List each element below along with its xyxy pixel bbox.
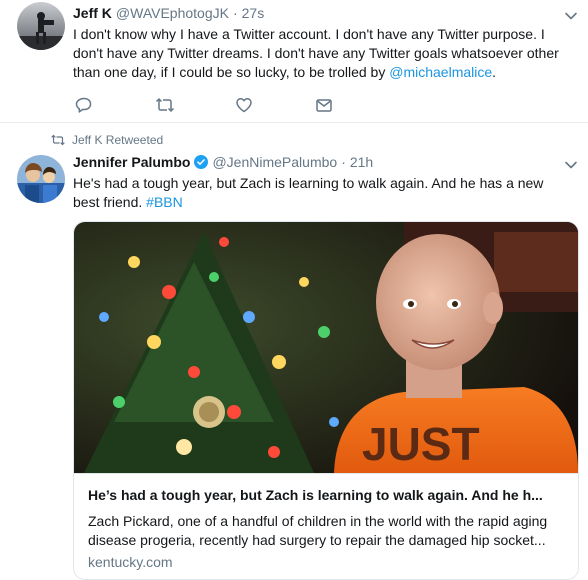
mention-link[interactable]: @michaelmalice: [389, 64, 492, 80]
avatar-photo: [17, 155, 65, 203]
like-icon: [236, 97, 252, 113]
avatar[interactable]: [17, 155, 65, 203]
user-handle[interactable]: @WAVEphotogJK: [116, 5, 229, 21]
reply-button[interactable]: [75, 96, 155, 114]
retweeted-by-label[interactable]: Jeff K Retweeted: [72, 133, 163, 147]
card-body[interactable]: He’s had a tough year, but Zach is learn…: [74, 473, 578, 579]
reply-icon: [75, 97, 92, 113]
tweet-text-end: .: [492, 64, 497, 80]
retweet-context: Jeff K Retweeted: [50, 133, 163, 147]
retweet-icon: [155, 97, 175, 113]
tweet-actions: [75, 96, 395, 114]
card-description: Zach Pickard, one of a handful of childr…: [88, 513, 548, 548]
avatar[interactable]: [17, 2, 65, 50]
timestamp[interactable]: 27s: [242, 5, 265, 21]
tweet-text: He's had a tough year, but Zach is learn…: [73, 174, 573, 212]
tweet-text: I don't know why I have a Twitter accoun…: [73, 25, 573, 82]
card-title[interactable]: He’s had a tough year, but Zach is learn…: [88, 487, 566, 503]
card-domain[interactable]: kentucky.com: [88, 554, 173, 570]
tweet-header: Jennifer Palumbo @JenNimePalumbo · 21h: [73, 154, 377, 170]
direct-message-button[interactable]: [315, 96, 395, 114]
avatar-photo: [17, 2, 65, 50]
display-name[interactable]: Jeff K: [73, 5, 112, 21]
separator-dot: ·: [232, 5, 238, 21]
shirt-text: JUST: [362, 418, 480, 470]
hashtag-link[interactable]: #BBN: [146, 194, 183, 210]
tweet-jeff-k[interactable]: Jeff K @WAVEphotogJK · 27s I don't know …: [0, 0, 588, 122]
user-handle[interactable]: @JenNimePalumbo: [212, 154, 337, 170]
timestamp[interactable]: 21h: [350, 154, 373, 170]
message-icon: [316, 99, 332, 112]
tweet-header: Jeff K @WAVEphotogJK · 27s: [73, 5, 268, 21]
verified-badge-icon: [194, 155, 209, 169]
separator-dot: ·: [341, 154, 346, 170]
display-name[interactable]: Jennifer Palumbo: [73, 154, 190, 170]
card-image[interactable]: JUST: [74, 222, 578, 473]
like-button[interactable]: [235, 96, 315, 114]
retweet-icon: [51, 134, 65, 146]
retweet-button[interactable]: [155, 96, 235, 114]
chevron-down-icon[interactable]: [564, 9, 578, 23]
tweet-text-body: He's had a tough year, but Zach is learn…: [73, 175, 544, 210]
link-preview-card[interactable]: JUST He’s had a tough year, but Zach is …: [73, 221, 579, 580]
chevron-down-icon[interactable]: [564, 158, 578, 172]
